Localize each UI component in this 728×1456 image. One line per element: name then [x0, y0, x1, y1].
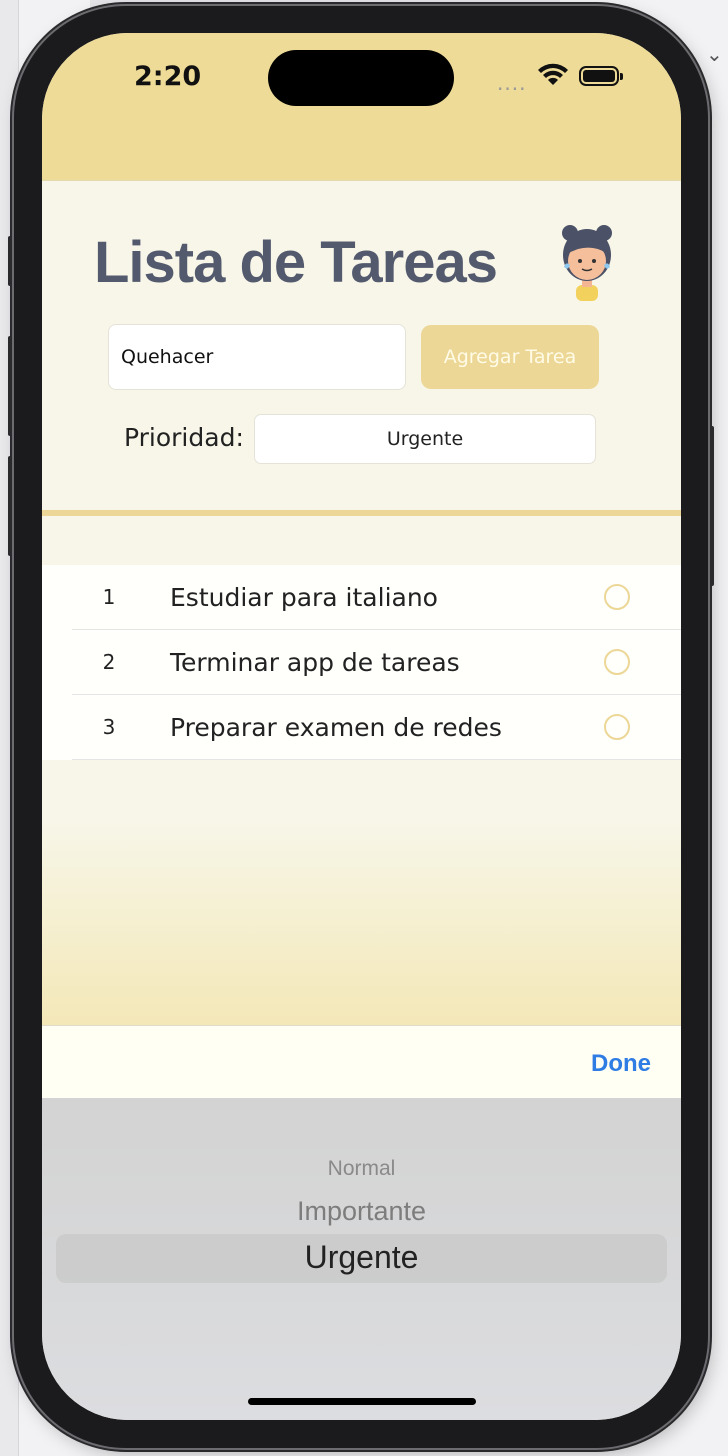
page-title: Lista de Tareas [94, 230, 498, 295]
picker-option-importante[interactable]: Importante [42, 1196, 681, 1227]
battery-icon [579, 66, 623, 86]
girl-avatar-icon [562, 225, 612, 301]
picker-toolbar: Done [42, 1025, 681, 1099]
task-input[interactable]: Quehacer [108, 324, 406, 390]
task-number: 2 [102, 650, 116, 674]
task-text: Terminar app de tareas [170, 648, 460, 677]
wifi-icon [538, 63, 568, 85]
add-task-button[interactable]: Agregar Tarea [421, 325, 599, 389]
chevron-down-icon: ⌄ [706, 42, 723, 66]
task-complete-circle-icon[interactable] [604, 584, 630, 610]
priority-field[interactable]: Urgente [254, 414, 596, 464]
task-row[interactable]: 2 Terminar app de tareas [42, 630, 681, 695]
home-indicator[interactable] [248, 1398, 476, 1405]
task-complete-circle-icon[interactable] [604, 714, 630, 740]
status-time: 2:20 [134, 61, 202, 92]
task-list-area: 1 Estudiar para italiano 2 Terminar app … [42, 516, 681, 1025]
power-button [710, 426, 714, 586]
task-number: 3 [102, 715, 116, 739]
task-complete-circle-icon[interactable] [604, 649, 630, 675]
mute-switch [8, 236, 12, 286]
task-row[interactable]: 1 Estudiar para italiano [42, 565, 681, 630]
task-row[interactable]: 3 Preparar examen de redes [42, 695, 681, 760]
picker-option-urgente[interactable]: Urgente [42, 1239, 681, 1276]
add-task-button-label: Agregar Tarea [443, 346, 577, 368]
task-text: Estudiar para italiano [170, 583, 438, 612]
priority-field-value: Urgente [386, 428, 464, 450]
signal-icon: .... [497, 71, 527, 95]
status-bar: 2:20 .... [42, 33, 681, 180]
dynamic-island [268, 50, 454, 106]
picker-option-normal[interactable]: Normal [42, 1157, 681, 1181]
done-button[interactable]: Done [591, 1026, 651, 1102]
volume-down-button [8, 456, 12, 556]
task-table: 1 Estudiar para italiano 2 Terminar app … [42, 565, 681, 760]
task-text: Preparar examen de redes [170, 713, 502, 742]
app-screen: 2:20 .... Lista de Tareas Quehacer Agreg… [42, 33, 681, 1420]
volume-up-button [8, 336, 12, 436]
task-number: 1 [102, 585, 116, 609]
priority-label: Prioridad: [124, 423, 244, 452]
